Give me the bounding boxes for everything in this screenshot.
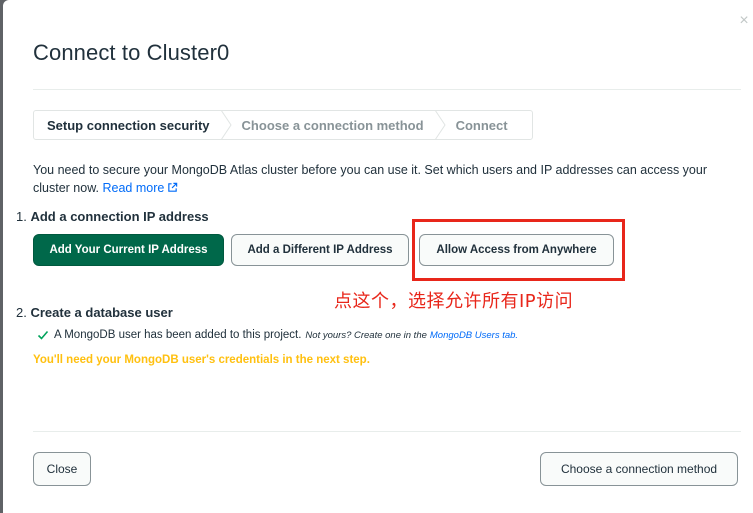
modal-title: Connect to Cluster0 — [33, 40, 230, 65]
add-different-ip-button[interactable]: Add a Different IP Address — [231, 234, 409, 266]
add-current-ip-button[interactable]: Add Your Current IP Address — [33, 234, 224, 266]
user-note-text: Not yours? Create one in the — [305, 329, 427, 341]
footer-divider — [33, 431, 741, 432]
section-ip-title: 1. Add a connection IP address — [16, 209, 209, 224]
security-description: You need to secure your MongoDB Atlas cl… — [33, 161, 723, 197]
close-icon[interactable]: × — [737, 13, 751, 29]
section-number: 1. — [16, 209, 27, 224]
section-user-title: 2. Create a database user — [16, 305, 173, 320]
section-heading: Add a connection IP address — [30, 209, 209, 224]
close-button[interactable]: Close — [33, 452, 91, 486]
chevron-right-icon — [220, 110, 232, 140]
chevron-right-icon — [434, 110, 446, 140]
read-more-link[interactable]: Read more — [103, 181, 165, 195]
mongodb-users-tab-link[interactable]: MongoDB Users tab. — [430, 330, 518, 341]
step-choose-method[interactable]: Choose a connection method — [232, 118, 434, 133]
section-heading: Create a database user — [30, 305, 173, 320]
choose-connection-method-button[interactable]: Choose a connection method — [540, 452, 738, 486]
step-connect[interactable]: Connect — [446, 118, 518, 133]
credentials-warning: You'll need your MongoDB user's credenti… — [33, 354, 370, 366]
stepper: Setup connection security Choose a conne… — [33, 110, 533, 140]
annotation-text: 点这个，选择允许所有IP访问 — [334, 291, 574, 312]
title-divider — [33, 89, 741, 90]
external-link-icon[interactable] — [167, 182, 178, 193]
section-number: 2. — [16, 305, 27, 320]
user-status-text: A MongoDB user has been added to this pr… — [54, 329, 302, 341]
user-status-line: A MongoDB user has been added to this pr… — [37, 329, 518, 341]
annotation-highlight-box — [412, 219, 625, 281]
check-icon — [37, 330, 49, 340]
connect-modal: × Connect to Cluster0 Setup connection s… — [3, 0, 753, 513]
step-setup-security[interactable]: Setup connection security — [34, 118, 220, 133]
